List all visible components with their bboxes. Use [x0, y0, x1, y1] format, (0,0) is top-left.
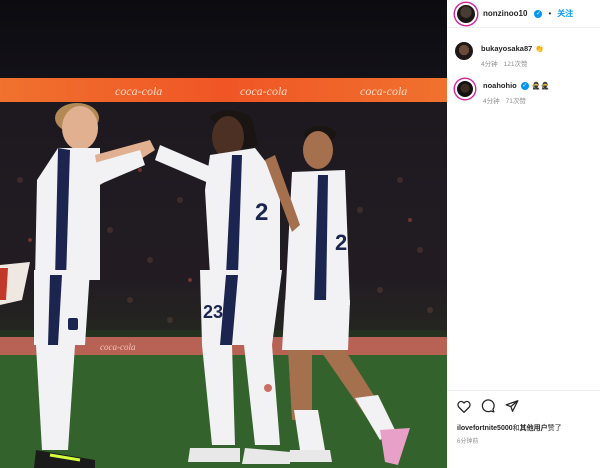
svg-text:coca-cola: coca-cola — [240, 84, 287, 98]
post-time: 6分钟前 — [457, 439, 479, 445]
verified-icon: ✓ — [520, 81, 529, 90]
author-username[interactable]: nonzinoo10 — [483, 9, 527, 18]
comment-time: 4分钟 — [483, 98, 500, 105]
comment-item: noahohio ✓ 🥷🥷 4分钟 71次赞 — [455, 79, 549, 105]
liked-by: ilovefortnite5000和其他用户赞了 — [457, 423, 590, 433]
commenter-avatar[interactable] — [455, 79, 475, 99]
ad-board-text: coca-cola coca-cola coca-cola — [115, 84, 407, 98]
author-avatar[interactable] — [455, 2, 477, 25]
comment-item: bukayosaka87 👏 4分钟 121次赞 — [455, 42, 544, 68]
comment-likes[interactable]: 121次赞 — [504, 58, 528, 68]
commenter-username[interactable]: noahohio — [483, 81, 517, 90]
svg-text:coca-cola: coca-cola — [360, 84, 407, 98]
comment-likes[interactable]: 71次赞 — [506, 95, 526, 105]
comment-text: 🥷🥷 — [531, 82, 550, 90]
heart-icon[interactable] — [457, 400, 471, 413]
post-header: nonzinoo10 ✓ • 关注 — [447, 0, 600, 28]
liked-user[interactable]: ilovefortnite5000 — [457, 425, 513, 432]
post-actions: ilovefortnite5000和其他用户赞了 6分钟前 — [447, 390, 600, 468]
post-side-panel: nonzinoo10 ✓ • 关注 bukayosaka87 👏 4分钟 121… — [447, 0, 600, 468]
liked-connector: 和 — [512, 425, 520, 432]
share-icon[interactable] — [505, 399, 519, 413]
commenter-avatar[interactable] — [455, 42, 473, 60]
post-photo[interactable]: coca-cola coca-cola coca-cola coca-cola — [0, 0, 447, 468]
verified-icon: ✓ — [534, 9, 543, 18]
comment-time: 4分钟 — [481, 61, 498, 68]
svg-text:2: 2 — [255, 199, 268, 226]
svg-text:coca-cola: coca-cola — [115, 84, 162, 98]
commenter-username[interactable]: bukayosaka87 — [481, 44, 532, 53]
svg-text:23: 23 — [203, 302, 223, 322]
separator-dot: • — [548, 9, 552, 18]
follow-button[interactable]: 关注 — [557, 8, 573, 19]
svg-text:coca-cola: coca-cola — [100, 342, 136, 352]
comment-text: 👏 — [535, 45, 545, 53]
liked-suffix: 赞了 — [547, 425, 562, 432]
svg-text:2: 2 — [335, 230, 347, 255]
photo-scene: coca-cola coca-cola coca-cola coca-cola — [0, 78, 447, 468]
comment-icon[interactable] — [481, 399, 495, 413]
liked-others[interactable]: 其他用户 — [520, 425, 548, 432]
